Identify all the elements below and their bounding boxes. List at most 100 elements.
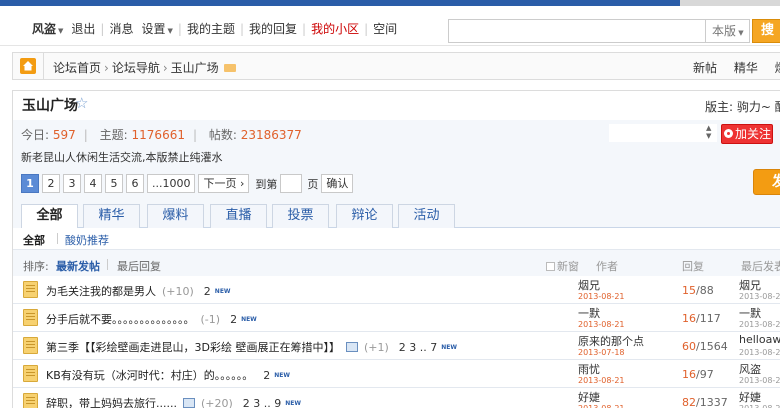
new-post-button[interactable]: 发 (753, 169, 780, 195)
last-poster[interactable]: 风盗 (739, 361, 761, 377)
thread-pages[interactable]: 2 3 .. 9 (243, 397, 281, 408)
tab-reveal[interactable]: 爆料 (147, 204, 204, 228)
table-row: 分手后就不要。。。。。。。。。。。。。。 (-1) 2 NEW 一默 2013-08-… (13, 304, 780, 332)
search-input[interactable] (448, 19, 706, 43)
page-jump-input[interactable] (280, 174, 303, 193)
breadcrumb-path: 论坛首页 › 论坛导航 › 玉山广场 (53, 59, 236, 76)
star-icon[interactable]: ☆ (75, 94, 88, 112)
thread-title[interactable]: KB有没有玩（冰河时代：村庄）的。。。。。。 (46, 367, 253, 383)
thread-title[interactable]: 分手后就不要。。。。。。。。。。。。。。 (46, 311, 195, 327)
thread-author[interactable]: 雨忧 (578, 361, 600, 377)
page-6[interactable]: 6 (126, 174, 144, 193)
topics-count: 1176661 (131, 128, 185, 142)
search-button[interactable]: 搜 (752, 19, 780, 43)
breadcrumb-current[interactable]: 玉山广场 (171, 59, 219, 76)
new-posts-link[interactable]: 新帖 (693, 61, 717, 75)
search-scope-select[interactable]: 本版 ▼ (706, 19, 750, 43)
table-row: KB有没有玩（冰河时代：村庄）的。。。。。。 2 NEW 雨忧 2013-08-21… (13, 360, 780, 388)
thread-title[interactable]: 第三季【【彩绘壁画走进昆山，3D彩绘 壁画展正在筹措中】】 (46, 339, 340, 355)
home-icon[interactable] (20, 58, 36, 74)
space-link[interactable]: 空间 (369, 20, 401, 37)
breadcrumb-forum-nav[interactable]: 论坛导航 (112, 59, 160, 76)
page-last[interactable]: ...1000 (147, 174, 196, 193)
moderators: 版主: 驹力~ 酸奶 (705, 100, 780, 114)
last-poster[interactable]: 一默 (739, 305, 761, 321)
new-window-toggle[interactable]: 新窗 (546, 258, 579, 274)
image-icon (182, 398, 195, 408)
tab-live[interactable]: 直播 (210, 204, 267, 228)
thread-pages[interactable]: 2 (230, 313, 237, 326)
filter-recommend[interactable]: 酸奶推荐 (65, 232, 109, 248)
last-poster[interactable]: helloawj (739, 333, 780, 346)
my-community-link[interactable]: 我的小区 (307, 20, 363, 37)
page-3[interactable]: 3 (63, 174, 81, 193)
breadcrumb-divider (43, 53, 44, 79)
today-label: 今日: (21, 128, 50, 142)
thread-pages[interactable]: 2 3 .. 7 (399, 341, 437, 354)
rss-icon[interactable] (223, 63, 236, 72)
reveal-link[interactable]: 爆料 (775, 61, 780, 75)
thread-title-area: 辞职，带上妈妈去旅行...... (+20) 2 3 .. 9 NEW (46, 395, 301, 408)
thread-title-area: KB有没有玩（冰河时代：村庄）的。。。。。。 2 NEW (46, 367, 290, 383)
my-replies-link[interactable]: 我的回复 (245, 20, 301, 37)
filter-all[interactable]: 全部 (23, 232, 45, 248)
breadcrumb-home[interactable]: 论坛首页 (53, 59, 101, 76)
page-4[interactable]: 4 (84, 174, 102, 193)
sort-newest[interactable]: 最新发帖 (56, 258, 100, 274)
confirm-button[interactable]: 确认 (321, 174, 354, 193)
checkbox-icon[interactable] (546, 262, 555, 271)
goto-label: 到第 (255, 177, 278, 191)
forum-title: 玉山广场 (22, 98, 78, 114)
thread-pages[interactable]: 2 (204, 285, 211, 298)
page-5[interactable]: 5 (105, 174, 123, 193)
next-page-button[interactable]: 下一页 › (198, 174, 250, 193)
settings-menu[interactable]: 设置 ▼ (137, 20, 176, 37)
thread-date: 2013-08-21 (578, 320, 625, 329)
list-header: 排序: 最新发帖 最后回复 新窗 作者 回复 最后发表 (13, 254, 780, 274)
last-post-date: 2013-08-21 (739, 376, 780, 385)
thread-author[interactable]: 烟兄 (578, 277, 600, 293)
new-badge: NEW (241, 315, 257, 323)
my-topics-link[interactable]: 我的主题 (183, 20, 239, 37)
posts-label: 帖数: (208, 128, 237, 142)
weibo-follow-button[interactable]: 加关注 (721, 124, 773, 144)
thread-author[interactable]: 一默 (578, 305, 600, 321)
posts-count: 23186377 (240, 128, 302, 142)
sort-last-reply[interactable]: 最后回复 (117, 258, 161, 274)
last-poster[interactable]: 好婕 (739, 389, 761, 405)
follow-count-field[interactable] (609, 124, 717, 142)
messages-link[interactable]: 消息 (105, 20, 137, 37)
last-poster[interactable]: 烟兄 (739, 277, 761, 293)
thread-tabs: 全部 精华 爆料 直播 投票 辩论 活动 (21, 202, 780, 229)
tab-vote[interactable]: 投票 (272, 204, 329, 228)
table-row: 为毛关注我的都是男人 (+10) 2 NEW 烟兄 2013-08-21 15/88 … (13, 276, 780, 304)
divider (107, 259, 108, 270)
user-menu[interactable]: 风盗 ▼ (28, 20, 67, 37)
thread-author[interactable]: 原来的那个点 (578, 333, 644, 349)
chevron-down-icon: ▼ (167, 27, 173, 35)
forum-stats: 今日: 597 | 主题: 1176661 | 帖数: 23186377 (21, 126, 310, 143)
digest-link[interactable]: 精华 (734, 61, 758, 75)
page-2[interactable]: 2 (42, 174, 60, 193)
settings-label[interactable]: 设置 (141, 22, 165, 36)
tab-activity[interactable]: 活动 (398, 204, 455, 228)
tab-digest[interactable]: 精华 (83, 204, 140, 228)
breadcrumb-links: 新帖 精华 爆料 (693, 59, 780, 76)
user-toolbar: 风盗 ▼ 退出 | 消息 设置 ▼ | 我的主题 | 我的回复 | 我的小区 | 空… (0, 6, 780, 46)
new-window-label: 新窗 (557, 260, 579, 273)
username[interactable]: 风盗 (32, 22, 56, 36)
thread-title[interactable]: 辞职，带上妈妈去旅行...... (46, 395, 177, 408)
spinner-icon[interactable]: ▲ ▼ (706, 124, 711, 140)
logout-link[interactable]: 退出 (67, 20, 99, 37)
folder-icon (23, 337, 38, 354)
page-1[interactable]: 1 (21, 174, 39, 193)
thread-author[interactable]: 好婕 (578, 389, 600, 405)
thread-pages[interactable]: 2 (263, 369, 270, 382)
folder-icon (23, 309, 38, 326)
thread-title[interactable]: 为毛关注我的都是男人 (46, 283, 156, 299)
table-row: 辞职，带上妈妈去旅行...... (+20) 2 3 .. 9 NEW 好婕 2013… (13, 388, 780, 408)
tab-debate[interactable]: 辩论 (336, 204, 393, 228)
thread-title-area: 第三季【【彩绘壁画走进昆山，3D彩绘 壁画展正在筹措中】】 (+1) 2 3 .. … (46, 339, 457, 355)
tab-all[interactable]: 全部 (21, 204, 78, 229)
last-post-date: 2013-08-21 (739, 348, 780, 357)
